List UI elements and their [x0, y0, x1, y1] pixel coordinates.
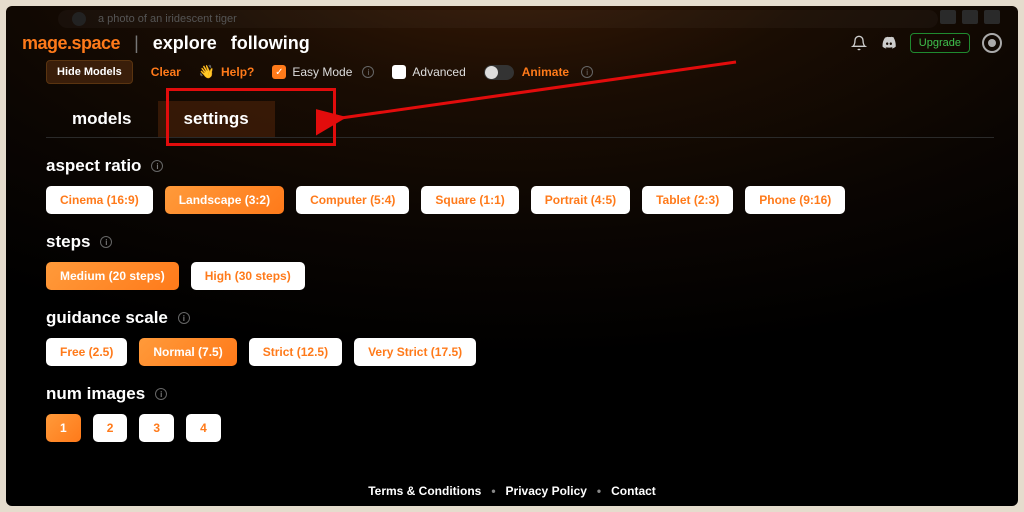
user-avatar[interactable]	[982, 33, 1002, 53]
settings-content: aspect ratio i Cinema (16:9) Landscape (3:…	[46, 156, 994, 466]
tab-settings[interactable]: settings	[158, 101, 275, 137]
extension-icon[interactable]	[984, 10, 1000, 24]
tab-models[interactable]: models	[46, 101, 158, 137]
advanced-label: Advanced	[412, 65, 465, 79]
browser-corner-icons	[940, 10, 1000, 24]
info-icon[interactable]: i	[151, 160, 163, 172]
logo[interactable]: mage.space	[22, 33, 120, 54]
section-num-images: num images i 1234	[46, 384, 994, 442]
aspect-ratio-options: Cinema (16:9) Landscape (3:2) Computer (5:…	[46, 186, 994, 214]
option-pill[interactable]: Free (2.5)	[46, 338, 127, 366]
header: mage.space | explore following Upgrade	[6, 28, 1018, 58]
option-pill[interactable]: Portrait (4:5)	[531, 186, 630, 214]
toolbar: Hide Models Clear 👋 Help? ✓ Easy Mode i …	[46, 60, 1002, 84]
option-pill[interactable]: Computer (5:4)	[296, 186, 409, 214]
option-pill[interactable]: Cinema (16:9)	[46, 186, 153, 214]
search-avatar-icon	[72, 12, 86, 26]
option-pill[interactable]: Normal (7.5)	[139, 338, 236, 366]
option-pill[interactable]: Very Strict (17.5)	[354, 338, 476, 366]
extension-icon[interactable]	[962, 10, 978, 24]
nav-explore[interactable]: explore	[153, 33, 217, 54]
info-icon[interactable]: i	[178, 312, 190, 324]
search-placeholder: a photo of an iridescent tiger	[98, 13, 237, 25]
info-icon[interactable]: i	[100, 236, 112, 248]
animate-toggle[interactable]	[484, 65, 514, 80]
section-title: guidance scale	[46, 308, 168, 328]
option-pill[interactable]: Strict (12.5)	[249, 338, 342, 366]
option-pill[interactable]: Medium (20 steps)	[46, 262, 179, 290]
steps-options: Medium (20 steps) High (30 steps)	[46, 262, 994, 290]
section-title: num images	[46, 384, 145, 404]
section-steps: stepsi Medium (20 steps) High (30 steps)	[46, 232, 994, 290]
option-pill[interactable]: High (30 steps)	[191, 262, 305, 290]
info-icon[interactable]: i	[155, 388, 167, 400]
footer-privacy[interactable]: Privacy Policy	[506, 484, 587, 498]
num-images-options: 1234	[46, 414, 994, 442]
bell-icon[interactable]	[850, 34, 868, 52]
info-icon[interactable]: i	[362, 66, 374, 78]
advanced-checkbox[interactable]	[392, 65, 406, 79]
section-title: aspect ratio	[46, 156, 141, 176]
footer-contact[interactable]: Contact	[611, 484, 656, 498]
guidance-options: Free (2.5) Normal (7.5) Strict (12.5) Very …	[46, 338, 994, 366]
footer-terms[interactable]: Terms & Conditions	[368, 484, 481, 498]
option-pill[interactable]: 3	[139, 414, 174, 442]
option-pill[interactable]: 4	[186, 414, 221, 442]
tabs: models settings	[46, 102, 994, 138]
animate-label: Animate	[522, 65, 569, 79]
section-guidance: guidance scale i Free (2.5) Normal (7.5) St…	[46, 308, 994, 366]
option-pill[interactable]: Tablet (2:3)	[642, 186, 733, 214]
divider: |	[134, 33, 139, 54]
discord-icon[interactable]	[880, 34, 898, 52]
easy-mode-checkbox[interactable]: ✓	[272, 65, 286, 79]
section-aspect-ratio: aspect ratio i Cinema (16:9) Landscape (3:…	[46, 156, 994, 214]
footer: Terms & Conditions • Privacy Policy • Co…	[6, 484, 1018, 498]
upgrade-button[interactable]: Upgrade	[910, 33, 970, 53]
info-icon[interactable]: i	[581, 66, 593, 78]
section-title: steps	[46, 232, 90, 252]
option-pill[interactable]: Phone (9:16)	[745, 186, 845, 214]
option-pill[interactable]: Landscape (3:2)	[165, 186, 284, 214]
nav-following[interactable]: following	[231, 33, 310, 54]
search-bar[interactable]: a photo of an iridescent tiger	[58, 10, 938, 28]
easy-mode-label: Easy Mode	[292, 65, 352, 79]
option-pill[interactable]: Square (1:1)	[421, 186, 518, 214]
app-window: a photo of an iridescent tiger mage.spac…	[6, 6, 1018, 506]
option-pill[interactable]: 1	[46, 414, 81, 442]
clear-link[interactable]: Clear	[151, 65, 181, 79]
extension-icon[interactable]	[940, 10, 956, 24]
wave-icon: 👋	[199, 64, 215, 80]
help-link[interactable]: Help?	[221, 65, 254, 79]
option-pill[interactable]: 2	[93, 414, 128, 442]
hide-models-button[interactable]: Hide Models	[46, 60, 133, 84]
